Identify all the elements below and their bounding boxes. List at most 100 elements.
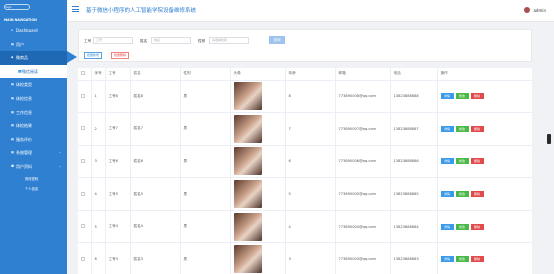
sidebar-item-change-password[interactable]: 修改密码 xyxy=(0,174,67,184)
batch-add-button[interactable]: 批量新增 xyxy=(84,52,103,59)
profile-photo xyxy=(233,180,262,209)
search-button[interactable]: 查询 xyxy=(269,36,285,44)
sidebar-item-exam-type[interactable]: ▦ 体检类型 xyxy=(0,78,67,92)
cell-id: 工号4 xyxy=(105,210,131,244)
name-input[interactable]: 姓名 xyxy=(151,37,191,44)
top-header: 基于微信小程序的人工智能学院设备维修系统 admin xyxy=(67,0,554,22)
user-menu[interactable]: admin xyxy=(524,7,546,13)
id-input[interactable]: 工号 xyxy=(93,37,133,44)
grid-icon: ▦ xyxy=(11,150,14,155)
checkbox[interactable] xyxy=(81,224,85,229)
table-row: 2 工号7 姓名7 男 7 773890007@qq.com 13823888887 详情 修改… xyxy=(78,112,532,146)
header-cell: 工号 xyxy=(105,68,131,81)
data-table: 序号 工号 姓名 性别 头像 年龄 邮箱 电话 操作 1 工号8 姓名8 男 8 7738… xyxy=(78,68,532,274)
sidebar-item-label: 微商品 xyxy=(16,55,28,61)
sidebar-item-reviews[interactable]: ▦ 服务评价 xyxy=(0,133,67,147)
view-button[interactable]: 详情 xyxy=(440,158,454,165)
edit-button[interactable]: 修改 xyxy=(455,223,469,230)
system-title: 基于微信小程序的人工智能学院设备维修系统 xyxy=(86,8,197,14)
delete-button[interactable]: 删除 xyxy=(470,93,484,100)
cell-name: 姓名8 xyxy=(130,80,181,114)
row-select[interactable] xyxy=(78,145,92,179)
view-button[interactable]: 详情 xyxy=(440,125,454,132)
checkbox[interactable] xyxy=(81,256,85,261)
delete-button[interactable]: 删除 xyxy=(470,125,484,132)
cell-index: 1 xyxy=(91,80,106,114)
side-scroll-handle[interactable] xyxy=(547,134,551,144)
delete-button[interactable]: 删除 xyxy=(470,158,484,165)
sidebar-item-label: 用户资料 xyxy=(16,163,32,169)
cell-name: 姓名4 xyxy=(130,210,181,244)
profile-photo xyxy=(233,245,262,274)
delete-button[interactable]: 删除 xyxy=(470,223,484,230)
header-cell: 性别 xyxy=(180,68,231,81)
batch-delete-button[interactable]: 批量删除 xyxy=(111,52,130,59)
row-select[interactable] xyxy=(78,80,92,114)
sidebar-item-exam-result[interactable]: ▦ 体检结果 xyxy=(0,119,67,133)
grid-icon: ▦ xyxy=(11,41,14,46)
cell-actions: 详情 修改 删除 xyxy=(437,145,532,179)
table-row: 1 工号8 姓名8 男 8 773890008@qq.com 13823888888 详情 修改… xyxy=(78,80,532,114)
checkbox[interactable] xyxy=(81,191,85,196)
gender-select[interactable]: 请选择性别 xyxy=(209,37,249,44)
delete-button[interactable]: 删除 xyxy=(470,191,484,198)
logo: logo xyxy=(0,0,67,16)
cell-phone: 13823888885 xyxy=(390,177,438,211)
sidebar-item-profile[interactable]: ☻ 用户资料 ⌄ xyxy=(0,160,67,174)
cell-age: 6 xyxy=(285,145,336,179)
view-button[interactable]: 详情 xyxy=(440,93,454,100)
cell-email: 773890008@qq.com xyxy=(335,80,391,114)
sidebar-item-exam-info[interactable]: ▦ 体检信息 xyxy=(0,92,67,106)
checkbox[interactable] xyxy=(81,71,85,76)
main-content: 工号 工号 姓名 姓名 性别 请选择性别 查询 批量新增 批量删除 序号 工号 … xyxy=(67,22,545,274)
row-select[interactable] xyxy=(78,242,92,274)
table-row: 3 工号6 姓名6 男 6 773890006@qq.com 13823888886 详情 修改… xyxy=(78,145,532,179)
row-select[interactable] xyxy=(78,112,92,146)
checkbox[interactable] xyxy=(81,126,85,131)
delete-button[interactable]: 删除 xyxy=(470,256,484,263)
sidebar-item-label: 微信阅读 xyxy=(22,68,38,74)
header-cell: 操作 xyxy=(437,68,532,81)
edit-button[interactable]: 修改 xyxy=(455,158,469,165)
cell-gender: 男 xyxy=(180,80,231,114)
sidebar-item-label: 体检信息 xyxy=(16,95,32,101)
row-select[interactable] xyxy=(78,210,92,244)
edit-button[interactable]: 修改 xyxy=(455,191,469,198)
sidebar-item-work-info[interactable]: ▦ 工作信息 xyxy=(0,106,67,120)
avatar xyxy=(524,7,531,13)
cell-age: 5 xyxy=(285,177,336,211)
checkbox[interactable] xyxy=(81,93,85,98)
page-edge xyxy=(545,22,554,274)
cell-phone: 13823888887 xyxy=(390,112,438,146)
view-button[interactable]: 详情 xyxy=(440,256,454,263)
profile-photo xyxy=(233,147,262,176)
sidebar-item-system[interactable]: ▦ 系统管理 ⌄ xyxy=(0,146,67,160)
edit-button[interactable]: 修改 xyxy=(455,93,469,100)
header-select[interactable] xyxy=(78,68,92,81)
sidebar: logo MAIN NAVIGATION ⌂ Dashboard ▦ 用户 ◆ 微商品… xyxy=(0,0,77,274)
cell-email: 773890005@qq.com xyxy=(335,177,391,211)
checkbox[interactable] xyxy=(81,158,85,163)
edit-button[interactable]: 修改 xyxy=(455,125,469,132)
sidebar-item-personal-info[interactable]: 个人信息 xyxy=(0,184,67,194)
cell-phone: 13823888883 xyxy=(390,242,438,274)
sidebar-item-users[interactable]: ▦ 用户 xyxy=(0,38,67,52)
cell-gender: 男 xyxy=(180,145,231,179)
sidebar-item-dashboard[interactable]: ⌂ Dashboard xyxy=(0,24,67,38)
cell-index: 3 xyxy=(91,145,106,179)
sidebar-item-wechat-reading[interactable]: 👥 微信阅读 xyxy=(0,64,67,79)
hamburger-icon[interactable] xyxy=(72,6,79,12)
header-cell: 邮箱 xyxy=(335,68,391,81)
row-select[interactable] xyxy=(78,177,92,211)
sidebar-item-products[interactable]: ◆ 微商品 xyxy=(0,51,77,65)
sidebar-item-label: 体检类型 xyxy=(16,82,32,88)
cell-actions: 详情 修改 删除 xyxy=(437,112,532,146)
cell-actions: 详情 修改 删除 xyxy=(437,177,532,211)
cell-age: 4 xyxy=(285,210,336,244)
id-label: 工号 xyxy=(84,39,92,43)
sidebar-item-label: 系统管理 xyxy=(16,150,32,156)
view-button[interactable]: 详情 xyxy=(440,191,454,198)
chevron-down-icon: ⌄ xyxy=(58,150,61,155)
edit-button[interactable]: 修改 xyxy=(455,256,469,263)
view-button[interactable]: 详情 xyxy=(440,223,454,230)
